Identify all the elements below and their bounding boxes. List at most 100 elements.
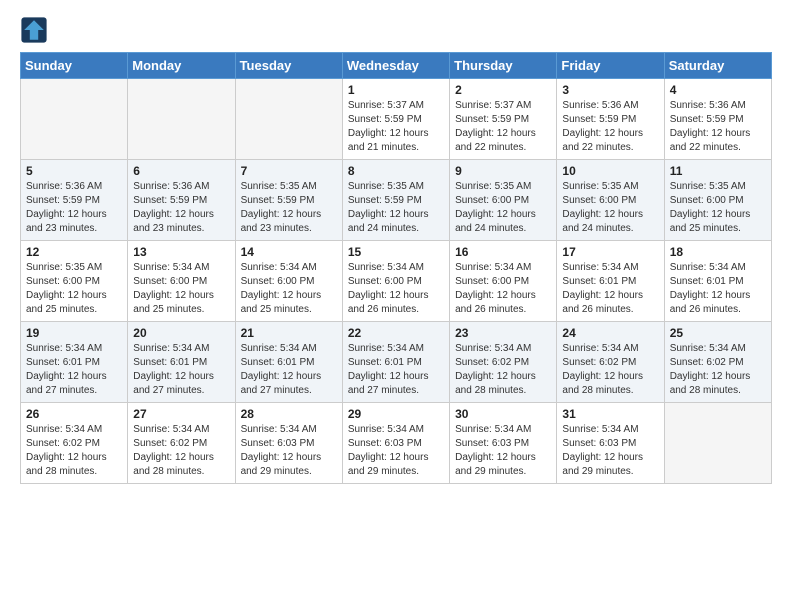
day-cell: 7 Sunrise: 5:35 AM Sunset: 5:59 PM Daylig…	[235, 160, 342, 241]
week-row-1: 1Sunrise: 5:37 AM Sunset: 5:59 PM Daylig…	[21, 79, 772, 160]
week-row-4: 19 Sunrise: 5:34 AM Sunset: 6:01 PM Dayli…	[21, 322, 772, 403]
day-number: 12	[26, 245, 122, 259]
day-info: Sunrise: 5:34 AM Sunset: 6:02 PM Dayligh…	[133, 423, 229, 479]
day-cell: 6 Sunrise: 5:36 AM Sunset: 5:59 PM Daylig…	[128, 160, 235, 241]
day-cell: 8 Sunrise: 5:35 AM Sunset: 5:59 PM Daylig…	[342, 160, 449, 241]
day-cell: 14 Sunrise: 5:34 AM Sunset: 6:00 PM Dayli…	[235, 241, 342, 322]
day-info: Sunrise: 5:34 AM Sunset: 6:02 PM Dayligh…	[670, 342, 766, 398]
day-number: 8	[348, 164, 444, 178]
logo-icon	[20, 16, 48, 44]
day-info: Sunrise: 5:36 AM Sunset: 5:59 PM Dayligh…	[133, 180, 229, 236]
header-row: SundayMondayTuesdayWednesdayThursdayFrid…	[21, 53, 772, 79]
day-number: 7	[241, 164, 337, 178]
day-number: 4	[670, 83, 766, 97]
day-number: 26	[26, 407, 122, 421]
week-row-3: 12Sunrise: 5:35 AM Sunset: 6:00 PM Dayli…	[21, 241, 772, 322]
day-info: Sunrise: 5:35 AM Sunset: 6:00 PM Dayligh…	[455, 180, 551, 236]
day-info: Sunrise: 5:36 AM Sunset: 5:59 PM Dayligh…	[26, 180, 122, 236]
day-info: Sunrise: 5:35 AM Sunset: 5:59 PM Dayligh…	[241, 180, 337, 236]
day-cell	[21, 79, 128, 160]
col-header-sunday: Sunday	[21, 53, 128, 79]
day-number: 30	[455, 407, 551, 421]
day-cell: 13 Sunrise: 5:34 AM Sunset: 6:00 PM Dayli…	[128, 241, 235, 322]
day-cell: 30 Sunrise: 5:34 AM Sunset: 6:03 PM Dayli…	[450, 403, 557, 484]
day-cell: 2 Sunrise: 5:37 AM Sunset: 5:59 PM Daylig…	[450, 79, 557, 160]
page: SundayMondayTuesdayWednesdayThursdayFrid…	[0, 0, 792, 500]
day-number: 31	[562, 407, 658, 421]
day-cell: 22 Sunrise: 5:34 AM Sunset: 6:01 PM Dayli…	[342, 322, 449, 403]
day-number: 9	[455, 164, 551, 178]
day-cell: 10Sunrise: 5:35 AM Sunset: 6:00 PM Dayli…	[557, 160, 664, 241]
col-header-tuesday: Tuesday	[235, 53, 342, 79]
day-number: 13	[133, 245, 229, 259]
day-info: Sunrise: 5:35 AM Sunset: 6:00 PM Dayligh…	[562, 180, 658, 236]
day-number: 11	[670, 164, 766, 178]
day-number: 15	[348, 245, 444, 259]
day-info: Sunrise: 5:34 AM Sunset: 6:00 PM Dayligh…	[133, 261, 229, 317]
day-cell: 5 Sunrise: 5:36 AM Sunset: 5:59 PM Daylig…	[21, 160, 128, 241]
day-cell: 20 Sunrise: 5:34 AM Sunset: 6:01 PM Dayli…	[128, 322, 235, 403]
day-number: 6	[133, 164, 229, 178]
day-cell	[128, 79, 235, 160]
day-cell: 16 Sunrise: 5:34 AM Sunset: 6:00 PM Dayli…	[450, 241, 557, 322]
day-info: Sunrise: 5:37 AM Sunset: 5:59 PM Dayligh…	[348, 99, 444, 155]
col-header-saturday: Saturday	[664, 53, 771, 79]
day-number: 21	[241, 326, 337, 340]
col-header-wednesday: Wednesday	[342, 53, 449, 79]
day-cell: 1Sunrise: 5:37 AM Sunset: 5:59 PM Daylig…	[342, 79, 449, 160]
day-info: Sunrise: 5:34 AM Sunset: 6:00 PM Dayligh…	[241, 261, 337, 317]
week-row-5: 26 Sunrise: 5:34 AM Sunset: 6:02 PM Dayli…	[21, 403, 772, 484]
col-header-friday: Friday	[557, 53, 664, 79]
day-cell: 18Sunrise: 5:34 AM Sunset: 6:01 PM Dayli…	[664, 241, 771, 322]
day-info: Sunrise: 5:35 AM Sunset: 6:00 PM Dayligh…	[670, 180, 766, 236]
day-number: 25	[670, 326, 766, 340]
day-info: Sunrise: 5:36 AM Sunset: 5:59 PM Dayligh…	[562, 99, 658, 155]
day-cell: 11 Sunrise: 5:35 AM Sunset: 6:00 PM Dayli…	[664, 160, 771, 241]
day-info: Sunrise: 5:34 AM Sunset: 6:01 PM Dayligh…	[133, 342, 229, 398]
day-info: Sunrise: 5:35 AM Sunset: 5:59 PM Dayligh…	[348, 180, 444, 236]
header	[20, 16, 772, 44]
day-cell: 25 Sunrise: 5:34 AM Sunset: 6:02 PM Dayli…	[664, 322, 771, 403]
day-cell: 17Sunrise: 5:34 AM Sunset: 6:01 PM Dayli…	[557, 241, 664, 322]
day-info: Sunrise: 5:34 AM Sunset: 6:02 PM Dayligh…	[562, 342, 658, 398]
day-cell: 15 Sunrise: 5:34 AM Sunset: 6:00 PM Dayli…	[342, 241, 449, 322]
day-cell: 31 Sunrise: 5:34 AM Sunset: 6:03 PM Dayli…	[557, 403, 664, 484]
day-info: Sunrise: 5:34 AM Sunset: 6:03 PM Dayligh…	[562, 423, 658, 479]
day-info: Sunrise: 5:34 AM Sunset: 6:03 PM Dayligh…	[348, 423, 444, 479]
day-number: 22	[348, 326, 444, 340]
day-info: Sunrise: 5:34 AM Sunset: 6:02 PM Dayligh…	[26, 423, 122, 479]
day-cell: 26 Sunrise: 5:34 AM Sunset: 6:02 PM Dayli…	[21, 403, 128, 484]
day-number: 14	[241, 245, 337, 259]
day-cell: 27 Sunrise: 5:34 AM Sunset: 6:02 PM Dayli…	[128, 403, 235, 484]
day-number: 27	[133, 407, 229, 421]
day-number: 3	[562, 83, 658, 97]
day-cell	[664, 403, 771, 484]
day-info: Sunrise: 5:34 AM Sunset: 6:01 PM Dayligh…	[562, 261, 658, 317]
day-info: Sunrise: 5:34 AM Sunset: 6:03 PM Dayligh…	[241, 423, 337, 479]
day-number: 5	[26, 164, 122, 178]
day-cell: 4 Sunrise: 5:36 AM Sunset: 5:59 PM Daylig…	[664, 79, 771, 160]
day-number: 28	[241, 407, 337, 421]
day-info: Sunrise: 5:37 AM Sunset: 5:59 PM Dayligh…	[455, 99, 551, 155]
week-row-2: 5 Sunrise: 5:36 AM Sunset: 5:59 PM Daylig…	[21, 160, 772, 241]
day-info: Sunrise: 5:34 AM Sunset: 6:00 PM Dayligh…	[348, 261, 444, 317]
day-number: 2	[455, 83, 551, 97]
day-info: Sunrise: 5:34 AM Sunset: 6:01 PM Dayligh…	[670, 261, 766, 317]
day-info: Sunrise: 5:34 AM Sunset: 6:03 PM Dayligh…	[455, 423, 551, 479]
day-number: 19	[26, 326, 122, 340]
day-info: Sunrise: 5:34 AM Sunset: 6:01 PM Dayligh…	[241, 342, 337, 398]
day-number: 20	[133, 326, 229, 340]
day-cell: 24Sunrise: 5:34 AM Sunset: 6:02 PM Dayli…	[557, 322, 664, 403]
day-cell: 19Sunrise: 5:34 AM Sunset: 6:01 PM Dayli…	[21, 322, 128, 403]
day-cell: 21 Sunrise: 5:34 AM Sunset: 6:01 PM Dayli…	[235, 322, 342, 403]
day-info: Sunrise: 5:34 AM Sunset: 6:00 PM Dayligh…	[455, 261, 551, 317]
day-info: Sunrise: 5:34 AM Sunset: 6:02 PM Dayligh…	[455, 342, 551, 398]
day-number: 16	[455, 245, 551, 259]
day-cell: 3 Sunrise: 5:36 AM Sunset: 5:59 PM Daylig…	[557, 79, 664, 160]
calendar-table: SundayMondayTuesdayWednesdayThursdayFrid…	[20, 52, 772, 484]
logo	[20, 16, 52, 44]
col-header-thursday: Thursday	[450, 53, 557, 79]
day-info: Sunrise: 5:34 AM Sunset: 6:01 PM Dayligh…	[348, 342, 444, 398]
day-cell: 12Sunrise: 5:35 AM Sunset: 6:00 PM Dayli…	[21, 241, 128, 322]
day-info: Sunrise: 5:36 AM Sunset: 5:59 PM Dayligh…	[670, 99, 766, 155]
